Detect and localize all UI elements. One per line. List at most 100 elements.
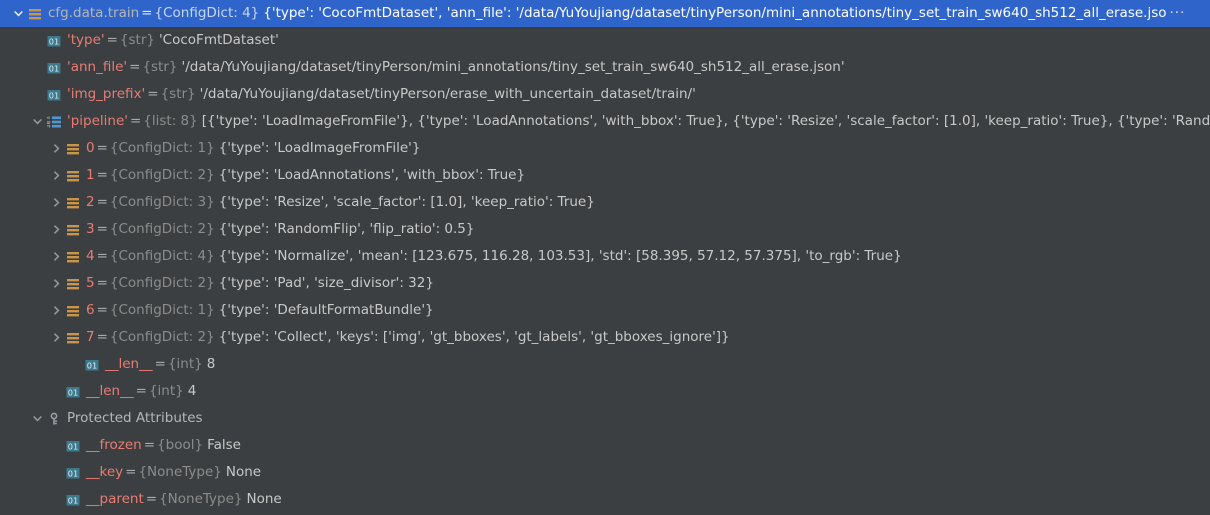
equals-sign: = — [141, 5, 153, 21]
variable-value-wrap: 'CocoFmtDataset' — [155, 27, 1210, 54]
equals-sign: = — [143, 437, 156, 453]
variable-type: {int} — [167, 356, 203, 372]
variable-name: __parent — [86, 491, 144, 507]
variable-row-pipeline-5[interactable]: 5 = {ConfigDict: 2} {'type': 'Pad', 'size_d… — [0, 270, 1210, 297]
chevron-down-icon[interactable] — [29, 108, 45, 135]
svg-text:01: 01 — [49, 90, 59, 100]
variable-row-pipeline[interactable]: 'pipeline' = {list: 8} [{'type': 'LoadImage… — [0, 108, 1210, 135]
equals-sign: = — [96, 302, 108, 318]
variable-name: 0 — [86, 140, 95, 156]
value-truncation-ellipsis[interactable]: ··· — [1167, 0, 1186, 27]
variable-value: [{'type': 'LoadImageFromFile'}, {'type':… — [201, 113, 1210, 129]
variable-row-pipeline-3[interactable]: 3 = {ConfigDict: 2} {'type': 'RandomFlip', … — [0, 216, 1210, 243]
expander-placeholder — [48, 432, 64, 459]
equals-sign: = — [96, 194, 108, 210]
variable-value-wrap: None — [222, 459, 1210, 486]
variable-row-pipeline-1[interactable]: 1 = {ConfigDict: 2} {'type': 'LoadAnnotatio… — [0, 162, 1210, 189]
variable-name: 'ann_file' — [67, 59, 128, 75]
variable-row-pipeline-4[interactable]: 4 = {ConfigDict: 4} {'type': 'Normalize', '… — [0, 243, 1210, 270]
chevron-right-icon[interactable] — [48, 135, 64, 162]
variable-type: {ConfigDict: 4} — [154, 5, 260, 21]
variable-row-pipeline-2[interactable]: 2 = {ConfigDict: 3} {'type': 'Resize', 'sca… — [0, 189, 1210, 216]
chevron-right-icon[interactable] — [48, 270, 64, 297]
chevron-right-icon[interactable] — [48, 297, 64, 324]
field-01-icon: 01 — [64, 459, 82, 486]
variable-type: {ConfigDict: 1} — [109, 302, 215, 318]
variable-row-pipeline-7[interactable]: 7 = {ConfigDict: 2} {'type': 'Collect', 'ke… — [0, 324, 1210, 351]
svg-text:01: 01 — [68, 441, 78, 451]
variable-row-protected-attributes[interactable]: Protected Attributes — [0, 405, 1210, 432]
variable-type: {ConfigDict: 2} — [109, 167, 215, 183]
variable-type: {ConfigDict: 2} — [109, 329, 215, 345]
variable-value-wrap: {'type': 'LoadImageFromFile'} — [215, 135, 1210, 162]
variable-row-type[interactable]: 01 'type' = {str} 'CocoFmtDataset' — [0, 27, 1210, 54]
variable-type: {ConfigDict: 2} — [109, 275, 215, 291]
dict-icon — [64, 189, 82, 216]
variable-name: 4 — [86, 248, 95, 264]
equals-sign: = — [96, 275, 108, 291]
variable-row-img-prefix[interactable]: 01 'img_prefix' = {str} '/data/YuYoujiang/da… — [0, 81, 1210, 108]
chevron-right-icon[interactable] — [48, 324, 64, 351]
variable-name: 6 — [86, 302, 95, 318]
debugger-variables-tree[interactable]: cfg.data.train = {ConfigDict: 4} {'type': '… — [0, 0, 1210, 515]
variable-value-wrap: {'type': 'Normalize', 'mean': [123.675, … — [215, 243, 1210, 270]
expander-placeholder — [48, 486, 64, 513]
variable-value: {'type': 'DefaultFormatBundle'} — [218, 302, 434, 318]
variable-value: False — [207, 437, 241, 453]
variable-row-pipeline-len[interactable]: 01 __len__ = {int} 8 — [0, 351, 1210, 378]
variable-row-key[interactable]: 01 __key = {NoneType} None — [0, 459, 1210, 486]
variable-value: 'CocoFmtDataset' — [158, 32, 279, 48]
variable-name: __len__ — [86, 383, 134, 399]
field-01-icon: 01 — [45, 27, 63, 54]
variable-type: {bool} — [157, 437, 204, 453]
variable-value: {'type': 'Normalize', 'mean': [123.675, … — [218, 248, 902, 264]
variable-type: {NoneType} — [138, 464, 222, 480]
chevron-right-icon[interactable] — [48, 162, 64, 189]
variable-value-wrap: {'type': 'CocoFmtDataset', 'ann_file': '… — [259, 0, 1210, 27]
field-01-icon: 01 — [64, 432, 82, 459]
list-icon — [45, 108, 63, 135]
equals-sign: = — [147, 86, 159, 102]
field-01-icon: 01 — [64, 486, 82, 513]
variable-row-pipeline-6[interactable]: 6 = {ConfigDict: 1} {'type': 'DefaultFormat… — [0, 297, 1210, 324]
dict-icon — [64, 135, 82, 162]
variable-type: {str} — [160, 86, 196, 102]
equals-sign: = — [135, 383, 147, 399]
variable-type: {list: 8} — [143, 113, 198, 129]
chevron-down-icon[interactable] — [10, 0, 26, 27]
variable-row-pipeline-0[interactable]: 0 = {ConfigDict: 1} {'type': 'LoadImageFrom… — [0, 135, 1210, 162]
equals-sign: = — [125, 464, 137, 480]
chevron-right-icon[interactable] — [48, 216, 64, 243]
variable-row-ann-file[interactable]: 01 'ann_file' = {str} '/data/YuYoujiang/data… — [0, 54, 1210, 81]
expander-placeholder — [48, 378, 64, 405]
variable-row-parent[interactable]: 01 __parent = {NoneType} None — [0, 486, 1210, 513]
variable-type: {ConfigDict: 4} — [109, 248, 215, 264]
expander-placeholder — [29, 54, 45, 81]
variable-value: None — [225, 464, 262, 480]
expander-placeholder — [48, 459, 64, 486]
variable-value: '/data/YuYoujiang/dataset/tinyPerson/era… — [199, 86, 696, 102]
variable-value-wrap: False — [203, 432, 1210, 459]
variable-value-wrap: {'type': 'Pad', 'size_divisor': 32} — [215, 270, 1210, 297]
variable-name: __len__ — [105, 356, 153, 372]
equals-sign: = — [129, 59, 141, 75]
equals-sign: = — [96, 167, 108, 183]
variable-row-train-len[interactable]: 01 __len__ = {int} 4 — [0, 378, 1210, 405]
variable-type: {ConfigDict: 2} — [109, 221, 215, 237]
equals-sign: = — [96, 140, 108, 156]
chevron-right-icon[interactable] — [48, 189, 64, 216]
variable-row-frozen[interactable]: 01 __frozen = {bool} False — [0, 432, 1210, 459]
variable-value: {'type': 'LoadAnnotations', 'with_bbox':… — [218, 167, 526, 183]
chevron-right-icon[interactable] — [48, 243, 64, 270]
variable-row-cfg-data-train[interactable]: cfg.data.train = {ConfigDict: 4} {'type': '… — [0, 0, 1210, 27]
chevron-down-icon[interactable] — [29, 405, 45, 432]
